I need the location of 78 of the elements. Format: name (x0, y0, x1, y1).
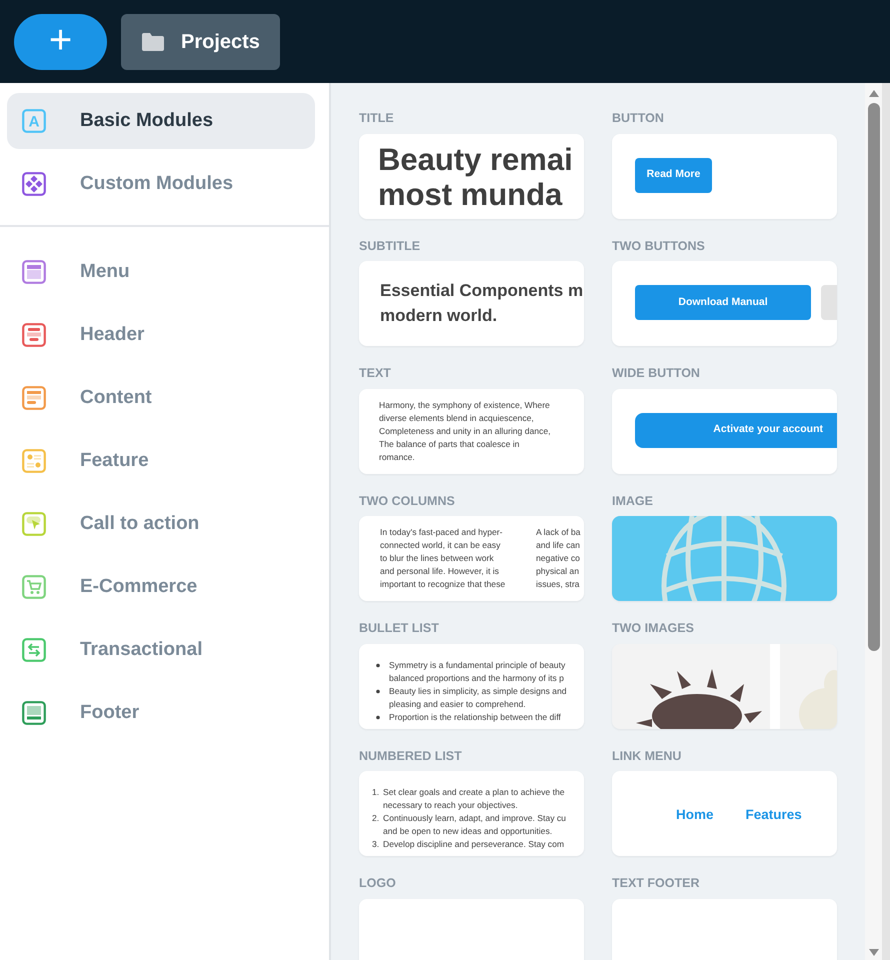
module-card[interactable]: Home Features (612, 771, 837, 856)
projects-button[interactable]: Projects (121, 14, 280, 70)
module-label: TITLE (359, 112, 395, 124)
sidebar-item[interactable]: Custom Modules (7, 156, 315, 212)
list-item-text: pleasing and easier to comprehend. (389, 698, 527, 710)
column-text: and personal life. However, it is (380, 565, 500, 578)
list-item-text: Symmetry is a fundamental principle of beauty (389, 658, 566, 672)
module-card[interactable] (359, 516, 584, 601)
body-text: diverse elements blend in acquiescence, (379, 412, 535, 424)
module-card[interactable]: Read More (612, 134, 837, 218)
sidebar-item[interactable]: Feature (7, 433, 315, 489)
column-text: A lack of ba (536, 526, 582, 539)
module-label: LINK MENU (612, 750, 682, 762)
column-text: physical an (536, 565, 580, 578)
add-button[interactable]: + (14, 14, 107, 70)
scroll-up-icon (868, 89, 880, 98)
title-text: most munda (378, 177, 564, 213)
column-text: connected world, it can be easy (380, 539, 502, 552)
column-text: and life can (536, 539, 581, 552)
list-item-text: Beauty lies in simplicity, as simple designs and (389, 684, 567, 698)
download-button[interactable]: Download Manual (635, 285, 811, 320)
sidebar-item[interactable]: E-Commerce (7, 559, 315, 615)
column-text: issues, stra (536, 578, 580, 591)
module-label: BUTTON (612, 112, 665, 124)
list-number: 3. (372, 838, 380, 851)
module-label: IMAGE (612, 494, 654, 507)
subtitle-text: Essential Components mi (380, 280, 584, 302)
sidebar-item[interactable]: Transactional (7, 622, 315, 678)
folder-icon (141, 32, 165, 52)
module-label: WIDE BUTTON (612, 367, 701, 380)
activate-button[interactable]: Activate your account (635, 412, 837, 448)
read-more-button[interactable]: Read More (635, 158, 712, 192)
body-text: Completeness and unity in an alluring dance, (379, 424, 552, 438)
module-card[interactable]: Activate your account (612, 388, 837, 474)
list-number: 1. (372, 786, 380, 799)
body-text: Harmony, the symphony of existence, Where (379, 398, 551, 412)
sidebar-item[interactable]: Content (7, 370, 315, 426)
module-card[interactable] (359, 771, 584, 856)
module-label: LOGO (359, 877, 397, 890)
module-card[interactable]: Download Manual (612, 261, 837, 346)
module-label: SUBTITLE (359, 240, 422, 252)
column-text: negative co (536, 552, 581, 565)
list-item-text: Develop discipline and perseverance. Stay com (383, 838, 564, 851)
sidebar-item[interactable]: Menu (7, 244, 315, 300)
column-text: important to recognize that these (380, 578, 506, 591)
module-label: TWO BUTTONS (612, 240, 706, 252)
list-number: 2. (372, 812, 380, 825)
module-label: NUMBERED LIST (359, 750, 463, 762)
menu-link[interactable]: Home (676, 805, 714, 826)
column-text: In today's fast-paced and hyper- (380, 526, 504, 539)
sidebar-item[interactable]: Footer (7, 685, 315, 741)
module-card[interactable]: Essential Components mi modern world. (359, 261, 584, 346)
module-label: BULLET LIST (359, 622, 440, 634)
module-label: TWO COLUMNS (359, 494, 456, 507)
scrollbar-thumb[interactable] (868, 103, 880, 651)
subtitle-text: modern world. (380, 305, 498, 327)
menu-link[interactable]: Features (746, 805, 802, 826)
title-text: Beauty remai (378, 142, 574, 178)
module-label: TEXT (359, 367, 392, 380)
sidebar-item[interactable]: Call to action (7, 496, 315, 552)
list-item-text: Proportion is the relationship between the diff (389, 710, 561, 724)
module-card[interactable]: Harmony, the symphony of existence, Where diverse elements blend in acquiescence, Completeness and unity in an alluring dance, The balance of parts that coalesce in romance. (359, 388, 584, 474)
letter-icon: A (22, 109, 46, 133)
module-card[interactable]: Beauty remai most munda (359, 134, 584, 218)
list-item-text: Set clear goals and create a plan to achieve the (383, 786, 565, 799)
list-item-text: and be open to new ideas and opportunities. (383, 825, 554, 838)
module-label: TEXT FOOTER (612, 877, 700, 890)
list-item-text: Continuously learn, adapt, and improve. Stay cu (383, 812, 566, 825)
column-text: to blur the lines between work (380, 552, 495, 565)
body-text: The balance of parts that coalesce in (379, 438, 520, 450)
list-item-text: balanced proportions and the harmony of its p (389, 672, 565, 684)
body-text: romance. (379, 450, 416, 464)
sidebar-item[interactable]: Header (7, 307, 315, 363)
sidebar-item[interactable]: A Basic Modules (7, 93, 315, 149)
scroll-down-icon (868, 948, 880, 957)
module-card[interactable] (359, 644, 584, 728)
module-label: TWO IMAGES (612, 622, 695, 634)
list-item-text: necessary to reach your objectives. (383, 799, 519, 812)
